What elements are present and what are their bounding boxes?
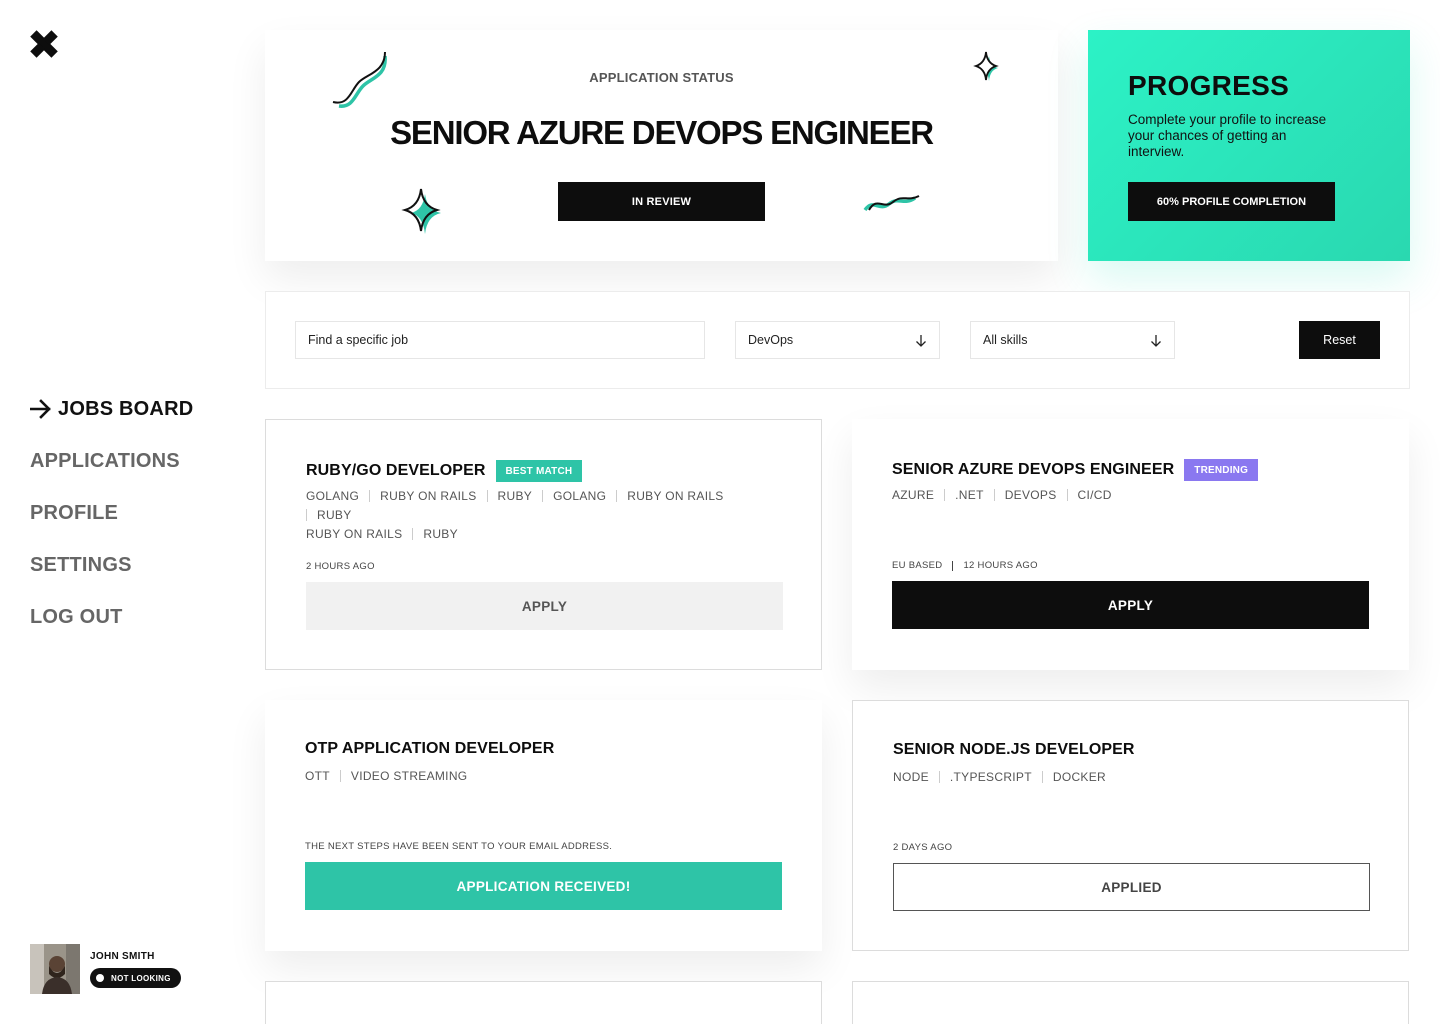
application-status-label: APPLICATION STATUS	[589, 70, 734, 85]
search-field[interactable]	[295, 321, 705, 359]
job-skill-tags: AZURE .NET DEVOPS CI/CD	[892, 486, 1372, 505]
job-card	[852, 981, 1409, 1024]
skill-tag: RUBY	[306, 509, 362, 521]
category-select-value: DevOps	[748, 333, 794, 347]
skill-tag: RUBY ON RAILS	[616, 490, 733, 502]
skill-tag: .TYPESCRIPT	[938, 771, 1042, 783]
job-card-header: SENIOR NODE.JS DEVELOPER	[893, 741, 1135, 759]
job-meta: 2 HOURS AGO	[306, 561, 375, 572]
job-card: OTP APPLICATION DEVELOPER OTT VIDEO STREA…	[265, 700, 822, 951]
skill-tag: DOCKER	[1041, 771, 1116, 783]
apply-button[interactable]: APPLY	[892, 581, 1369, 629]
arrow-down-icon	[1151, 335, 1161, 347]
nav-item-label: LOG OUT	[30, 605, 123, 628]
trending-badge: TRENDING	[1184, 459, 1259, 481]
skill-tag: AZURE	[892, 488, 935, 502]
nav-item-label: PROFILE	[30, 501, 119, 524]
status-dot-icon	[96, 974, 104, 982]
posted-time: 2 HOURS AGO	[306, 561, 375, 572]
meta-divider	[952, 560, 954, 571]
nav-item-label: JOBS BOARD	[58, 397, 194, 420]
user-info: JOHN SMITH NOT LOOKING	[90, 944, 181, 988]
posted-time: 2 DAYS AGO	[893, 842, 953, 853]
in-review-button[interactable]: IN REVIEW	[558, 182, 765, 221]
avatar[interactable]	[30, 944, 80, 994]
applied-button[interactable]: APPLIED	[893, 863, 1370, 911]
skill-tag: RUBY	[412, 528, 468, 540]
progress-card: PROGRESS Complete your profile to increa…	[1088, 30, 1410, 261]
best-match-badge: BEST MATCH	[495, 460, 583, 482]
application-confirmation-note: THE NEXT STEPS HAVE BEEN SENT TO YOUR EM…	[305, 841, 612, 852]
nav-item-jobs-board[interactable]: JOBS BOARD	[30, 395, 193, 423]
progress-title: PROGRESS	[1128, 70, 1290, 101]
nav-item-applications[interactable]: APPLICATIONS	[30, 447, 193, 475]
arrow-right-icon	[30, 399, 51, 419]
user-profile[interactable]: JOHN SMITH NOT LOOKING	[30, 944, 181, 994]
nav-item-label: APPLICATIONS	[30, 449, 180, 472]
job-title[interactable]: OTP APPLICATION DEVELOPER	[305, 740, 554, 758]
applied-job-title: SENIOR AZURE DEVOPS ENGINEER	[390, 114, 934, 151]
skill-tag: RUBY	[486, 490, 543, 502]
job-card-header: OTP APPLICATION DEVELOPER	[305, 740, 554, 758]
skill-tag: RUBY ON RAILS	[369, 490, 486, 502]
sparkle-large-icon	[401, 188, 441, 234]
job-title[interactable]: SENIOR AZURE DEVOPS ENGINEER	[892, 461, 1174, 479]
job-title[interactable]: SENIOR NODE.JS DEVELOPER	[893, 741, 1135, 759]
progress-description: Complete your profile to increase your c…	[1128, 112, 1327, 159]
application-status-card: APPLICATION STATUS SENIOR AZURE DEVOPS E…	[265, 30, 1058, 261]
arrow-down-icon	[916, 335, 926, 347]
skill-tag: .NET	[944, 489, 994, 501]
availability-status-label: NOT LOOKING	[111, 973, 171, 983]
skill-tag: NODE	[893, 770, 929, 784]
category-select[interactable]: DevOps	[735, 321, 940, 359]
nav-item-log-out[interactable]: LOG OUT	[30, 603, 193, 631]
job-skill-tags: GOLANG RUBY ON RAILS RUBY GOLANG RUBY ON RAI…	[306, 487, 786, 544]
next-steps-message: THE NEXT STEPS HAVE BEEN SENT TO YOUR EM…	[305, 841, 613, 852]
job-card: RUBY/GO DEVELOPER BEST MATCH GOLANG RUBY …	[265, 419, 822, 670]
nav-item-settings[interactable]: SETTINGS	[30, 551, 193, 579]
skill-tag: OTT	[305, 769, 330, 783]
job-card	[265, 981, 822, 1024]
brand-logo-icon[interactable]	[30, 30, 58, 58]
skill-tag: VIDEO STREAMING	[339, 770, 478, 782]
job-card: SENIOR NODE.JS DEVELOPER NODE .TYPESCRIPT…	[852, 700, 1409, 951]
job-card: SENIOR AZURE DEVOPS ENGINEER TRENDING AZ…	[852, 419, 1409, 670]
nav-item-label: SETTINGS	[30, 553, 132, 576]
skill-tag: GOLANG	[306, 489, 360, 503]
nav-item-profile[interactable]: PROFILE	[30, 499, 193, 527]
search-input[interactable]	[308, 333, 692, 347]
skill-tag: GOLANG	[542, 490, 616, 502]
skill-tag: DEVOPS	[993, 489, 1067, 501]
skills-select[interactable]: All skills	[970, 321, 1175, 359]
job-card-header: SENIOR AZURE DEVOPS ENGINEER TRENDING	[892, 459, 1259, 481]
job-filters: DevOps All skills Reset	[265, 291, 1410, 389]
job-title[interactable]: RUBY/GO DEVELOPER	[306, 462, 486, 480]
profile-completion-button[interactable]: 60% PROFILE COMPLETION	[1128, 182, 1335, 221]
skill-tag: CI/CD	[1066, 489, 1122, 501]
apply-button[interactable]: APPLY	[306, 582, 783, 630]
job-meta: 2 DAYS AGO	[893, 842, 952, 853]
availability-status-toggle[interactable]: NOT LOOKING	[90, 968, 181, 988]
application-received-button[interactable]: APPLICATION RECEIVED!	[305, 862, 782, 910]
skills-select-value: All skills	[983, 333, 1028, 347]
main-nav: JOBS BOARD APPLICATIONS PROFILE SETTINGS…	[30, 395, 193, 655]
reset-button[interactable]: Reset	[1299, 321, 1380, 359]
wave-decoration-icon	[863, 195, 920, 212]
job-skill-tags: OTT VIDEO STREAMING	[305, 767, 785, 786]
job-meta: EU BASED 12 HOURS AGO	[892, 560, 1038, 571]
job-skill-tags: NODE .TYPESCRIPT DOCKER	[893, 768, 1373, 787]
user-name: JOHN SMITH	[90, 951, 155, 962]
posted-time: 12 HOURS AGO	[963, 560, 1038, 571]
job-location: EU BASED	[892, 560, 943, 571]
skill-tag: RUBY ON RAILS	[306, 527, 403, 541]
job-card-header: RUBY/GO DEVELOPER BEST MATCH	[306, 460, 583, 482]
